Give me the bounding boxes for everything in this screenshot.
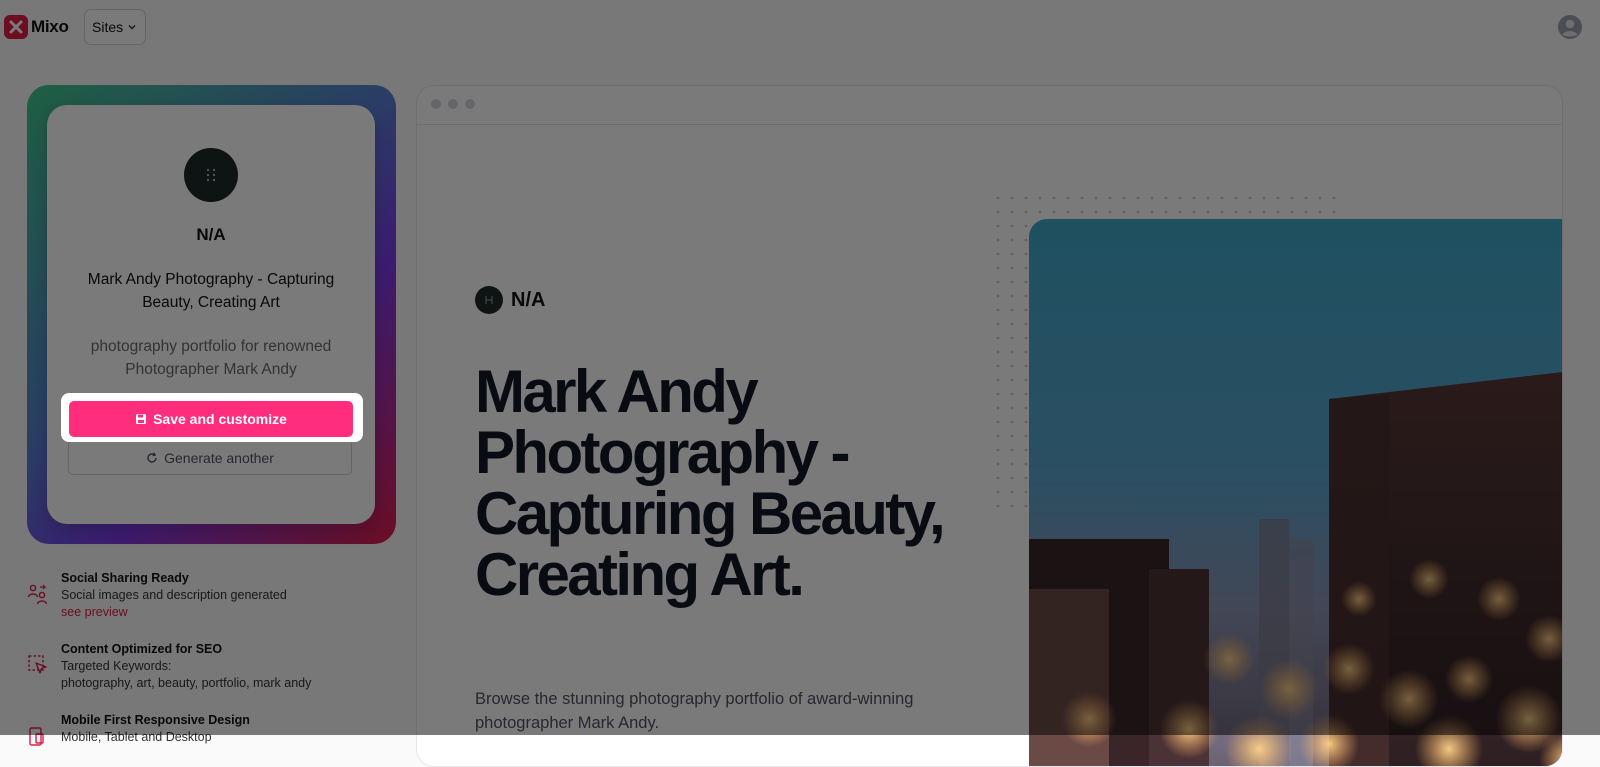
site-preview-window: N/A Mark Andy Photography - Capturing Be…: [416, 85, 1563, 767]
window-dot: [465, 99, 475, 109]
preview-brand-name: N/A: [511, 288, 546, 311]
card-site-description: photography portfolio for renowned Photo…: [90, 338, 332, 378]
site-icon: [184, 148, 238, 202]
card-site-name: N/A: [196, 225, 226, 244]
brand-name: Mixo: [31, 17, 69, 36]
cursor-select-icon: [28, 655, 47, 674]
sites-dropdown[interactable]: Sites: [84, 9, 147, 45]
feature-description: Targeted Keywords:: [61, 659, 172, 673]
hero-title: Mark Andy Photography - Capturing Beauty…: [475, 358, 946, 608]
window-dot: [448, 99, 458, 109]
grid-dots-icon: [206, 168, 216, 182]
card-site-title: Mark Andy Photography - Capturing Beauty…: [87, 271, 335, 311]
see-preview-link[interactable]: see preview: [61, 605, 128, 619]
preview-brand-icon: [475, 286, 503, 314]
user-avatar-icon[interactable]: [1557, 14, 1583, 40]
browser-title-bar: [417, 86, 1562, 125]
feature-keywords: photography, art, beauty, portfolio, mar…: [61, 676, 312, 690]
top-bar: Mixo Sites: [0, 0, 1600, 56]
feature-responsive: Mobile First Responsive Design Mobile, T…: [27, 713, 367, 746]
generate-another-button[interactable]: Generate another: [68, 440, 352, 475]
save-and-customize-button[interactable]: Save and customize: [69, 401, 353, 437]
site-summary-card: N/A Mark Andy Photography - Capturing Be…: [47, 105, 375, 524]
hero-subtitle: Browse the stunning photography portfoli…: [475, 690, 914, 732]
feature-seo: Content Optimized for SEO Targeted Keywo…: [27, 642, 367, 692]
chevron-down-icon: [128, 25, 136, 30]
mixo-logo[interactable]: Mixo: [4, 15, 69, 39]
refresh-icon: [147, 452, 157, 463]
feature-title: Social Sharing Ready: [61, 571, 189, 585]
hero-image: [1029, 219, 1562, 766]
sites-label: Sites: [92, 19, 124, 35]
feature-description: Social images and description generated: [61, 588, 287, 602]
feature-title: Mobile First Responsive Design: [61, 713, 250, 727]
mixo-logo-icon: [4, 15, 28, 39]
preview-brand: N/A: [475, 286, 545, 314]
save-and-customize-label: Save and customize: [153, 411, 287, 427]
feature-description: Mobile, Tablet and Desktop: [61, 730, 212, 744]
window-dot: [431, 99, 441, 109]
highlight-spotlight: Save and customize: [61, 393, 363, 442]
people-share-icon: [27, 584, 48, 605]
generate-another-label: Generate another: [164, 449, 274, 466]
devices-icon: [29, 727, 44, 746]
feature-title: Content Optimized for SEO: [61, 642, 223, 656]
feature-social-sharing: Social Sharing Ready Social images and d…: [27, 571, 367, 621]
save-icon: [136, 414, 147, 424]
